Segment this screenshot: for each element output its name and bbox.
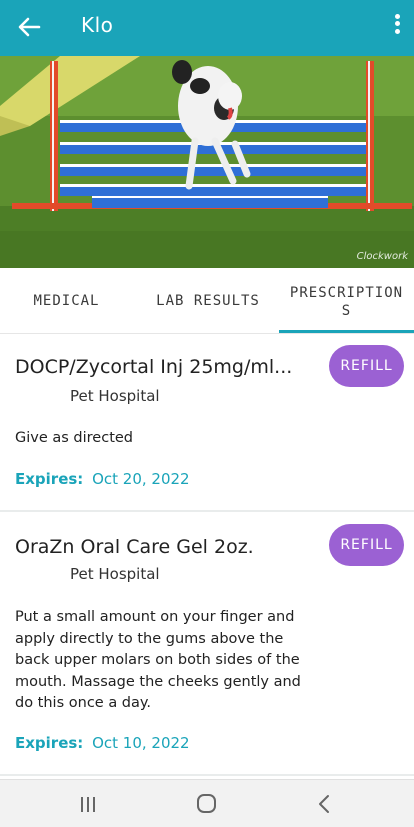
- prescription-hospital: Pet Hospital: [70, 565, 160, 583]
- tab-prescriptions[interactable]: PRESCRIPTION S: [279, 268, 414, 334]
- photo-watermark: Clockwork: [356, 251, 408, 262]
- app-bar: Klo: [0, 0, 414, 56]
- expires-label: Expires:: [15, 734, 84, 752]
- more-vertical-icon[interactable]: [390, 11, 404, 43]
- system-nav-bar: [0, 779, 414, 827]
- prescription-hospital: Pet Hospital: [70, 387, 160, 405]
- recents-icon[interactable]: [73, 792, 103, 816]
- home-icon[interactable]: [192, 792, 222, 816]
- page-title: Klo: [81, 13, 114, 37]
- prescription-card: OraZn Oral Care Gel 2oz. Pet Hospital Pu…: [0, 512, 414, 774]
- prescription-instructions: Put a small amount on your finger and ap…: [15, 609, 301, 711]
- pet-photo: Clockwork: [0, 56, 414, 268]
- prescription-name: DOCP/Zycortal Inj 25mg/ml...: [15, 356, 293, 378]
- prescription-card: DOCP/Zycortal Inj 25mg/ml... Pet Hospita…: [0, 334, 414, 510]
- expires-label: Expires:: [15, 470, 84, 488]
- tab-medical[interactable]: MEDICAL: [0, 268, 133, 334]
- system-back-icon[interactable]: [310, 792, 340, 816]
- tab-prescriptions-line2: S: [341, 303, 352, 319]
- tab-prescriptions-line1: PRESCRIPTION: [289, 285, 404, 301]
- active-tab-indicator: [279, 330, 414, 333]
- expires-date: Oct 20, 2022: [92, 470, 190, 488]
- prescription-expiry: Expires: Oct 20, 2022: [15, 470, 190, 488]
- prescription-name: OraZn Oral Care Gel 2oz.: [15, 536, 254, 558]
- prescription-instructions: Give as directed: [15, 430, 134, 446]
- arrow-left-icon[interactable]: [14, 12, 44, 42]
- tab-lab-results[interactable]: LAB RESULTS: [139, 268, 277, 334]
- tab-bar: MEDICAL LAB RESULTS PRESCRIPTION S: [0, 268, 414, 334]
- card-divider: [0, 774, 414, 776]
- prescription-expiry: Expires: Oct 10, 2022: [15, 734, 190, 752]
- expires-date: Oct 10, 2022: [92, 734, 190, 752]
- refill-button[interactable]: REFILL: [329, 345, 404, 387]
- refill-button[interactable]: REFILL: [329, 524, 404, 566]
